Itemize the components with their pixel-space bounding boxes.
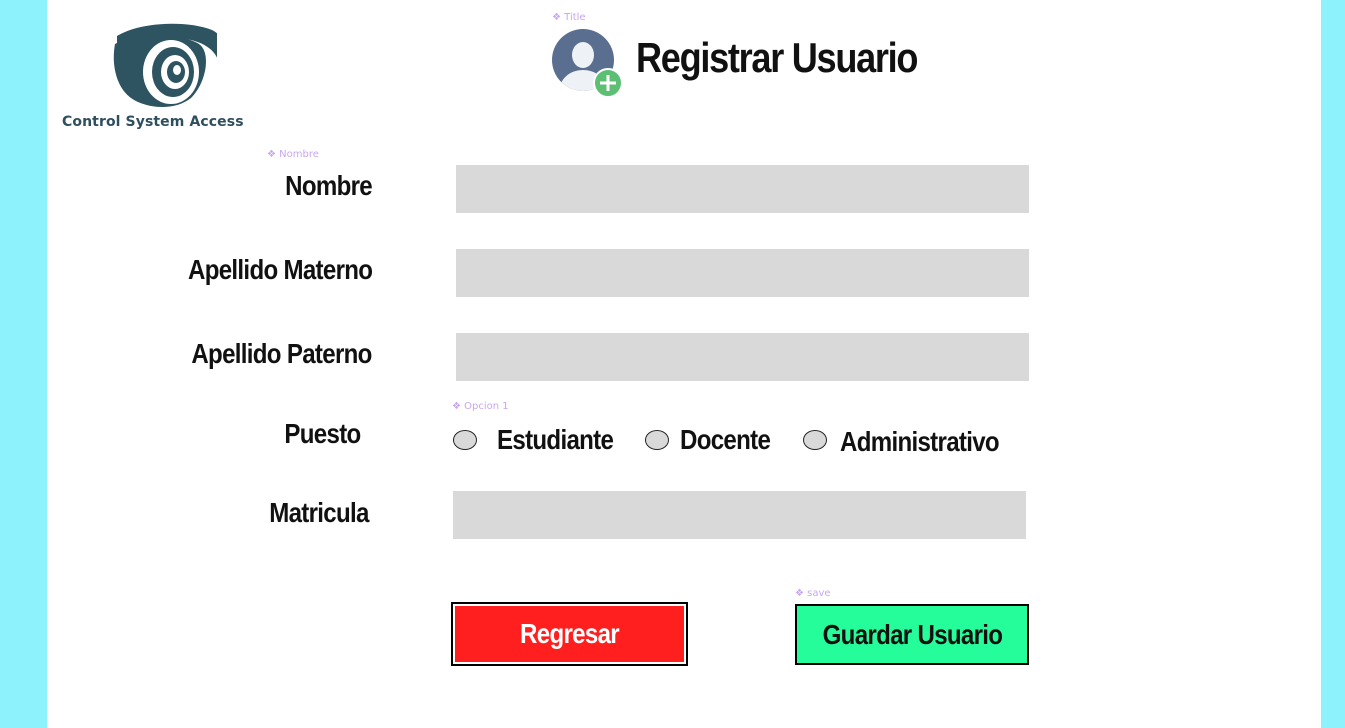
apellido-paterno-label: Apellido Paterno (191, 338, 373, 369)
nombre-component-label: ❖ Nombre (267, 149, 319, 160)
regresar-button-label: Regresar (520, 618, 620, 649)
radio-estudiante[interactable] (453, 430, 477, 450)
guardar-usuario-button-label: Guardar Usuario (822, 618, 1002, 650)
main-panel: Control System Access ❖ Title Registrar … (47, 0, 1321, 728)
add-user-icon (552, 29, 623, 98)
apellido-materno-label: Apellido Materno (187, 254, 373, 285)
title-component-label: ❖ Title (552, 12, 586, 23)
radio-administrativo[interactable] (803, 430, 827, 450)
guardar-usuario-button[interactable]: Guardar Usuario (795, 604, 1029, 665)
apellido-paterno-input[interactable] (456, 333, 1029, 381)
regresar-button[interactable]: Regresar (451, 602, 688, 666)
nombre-label: Nombre (285, 170, 373, 201)
logo: Control System Access (62, 22, 244, 134)
page-title: Registrar Usuario (636, 34, 918, 81)
save-component-label: ❖ save (795, 588, 831, 599)
radio-estudiante-label[interactable]: Estudiante (497, 424, 614, 456)
opcion-component-label: ❖ Opcion 1 (452, 401, 509, 412)
puesto-label: Puesto (284, 418, 362, 449)
radio-administrativo-label[interactable]: Administrativo (840, 426, 1000, 458)
radio-docente[interactable] (645, 430, 669, 450)
matricula-input[interactable] (453, 491, 1026, 539)
radio-docente-label[interactable]: Docente (680, 424, 771, 456)
apellido-materno-input[interactable] (456, 249, 1029, 297)
logo-text: Control System Access (62, 114, 244, 130)
nombre-input[interactable] (456, 165, 1029, 213)
matricula-label: Matricula (269, 497, 369, 528)
security-camera-icon (113, 23, 217, 108)
